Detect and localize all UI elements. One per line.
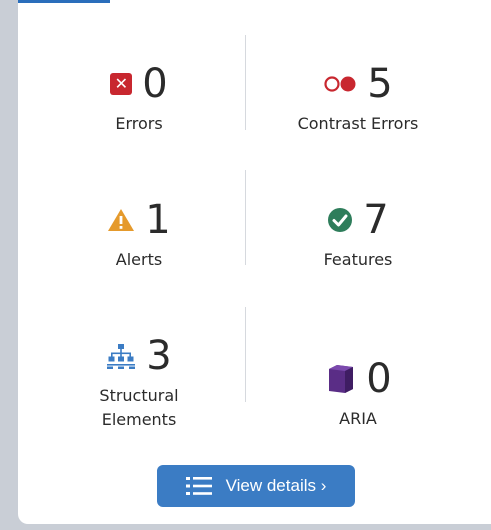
stat-aria-row: 0 [245, 355, 471, 403]
check-circle-icon [328, 208, 353, 232]
alerts-label: Alerts [115, 250, 163, 269]
stat-contrast-row: 5 [245, 60, 471, 108]
structural-elements-count: 3 [146, 333, 172, 379]
error-x-icon: ✕ [110, 73, 133, 95]
structural-label-line2: Elements [101, 410, 177, 429]
contrast-icon [324, 76, 356, 92]
stat-structural-elements: 3 Structural Elements [26, 332, 252, 432]
features-count: 7 [363, 197, 389, 243]
aria-cube-icon [329, 365, 354, 393]
errors-count: 0 [142, 61, 168, 107]
stat-aria: 0 ARIA [245, 355, 471, 431]
view-details-button[interactable]: View details › [157, 465, 355, 507]
structural-elements-label: Structural Elements [26, 384, 252, 432]
errors-label: Errors [115, 114, 163, 133]
stat-features: 7 Features [245, 196, 471, 272]
structure-tree-icon [107, 344, 136, 369]
stat-errors-row: ✕ 0 [26, 60, 252, 108]
list-icon [185, 477, 212, 495]
aria-label: ARIA [339, 409, 377, 428]
active-tab-indicator [18, 0, 110, 3]
stat-alerts: 1 Alerts [26, 196, 252, 272]
stat-features-row: 7 [245, 196, 471, 244]
contrast-errors-label: Contrast Errors [297, 114, 419, 133]
stat-alerts-row: 1 [26, 196, 252, 244]
structural-label-line1: Structural [99, 386, 179, 405]
features-label: Features [323, 250, 393, 269]
stat-errors: ✕ 0 Errors [26, 60, 252, 136]
stat-contrast-errors: 5 Contrast Errors [245, 60, 471, 136]
alert-triangle-icon [108, 209, 135, 231]
stat-structural-row: 3 [26, 332, 252, 380]
aria-count: 0 [366, 356, 392, 402]
alerts-count: 1 [145, 197, 171, 243]
view-details-label: View details › [225, 476, 327, 495]
contrast-errors-count: 5 [367, 61, 393, 107]
